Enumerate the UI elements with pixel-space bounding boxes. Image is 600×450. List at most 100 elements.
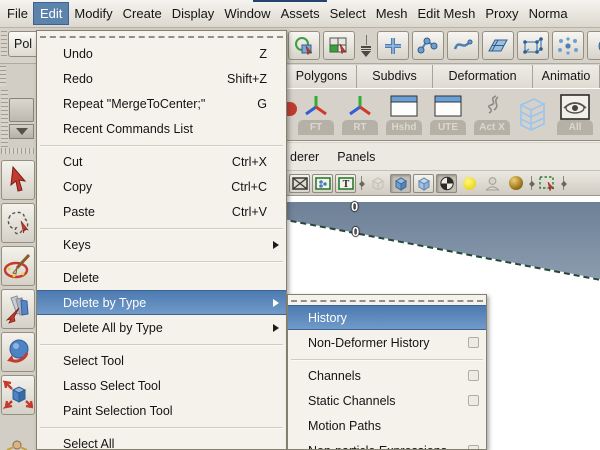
shelf-button-rt[interactable]: RT: [340, 91, 380, 137]
shelf-scroll-down-button[interactable]: [9, 124, 34, 139]
menu-item-paste[interactable]: Paste Ctrl+V: [37, 199, 286, 224]
dynamics-mask-button[interactable]: [552, 31, 584, 60]
shelf-button-act-x[interactable]: Act X: [472, 91, 512, 137]
rendering-mask-button[interactable]: [587, 31, 600, 60]
menu-item-select-all[interactable]: Select All: [37, 431, 286, 450]
component-selection-mode-button[interactable]: [323, 31, 355, 60]
shelf-button-label: Act X: [474, 120, 510, 135]
menu-modify[interactable]: Modify: [69, 2, 117, 25]
menu-item-label: Cut: [63, 154, 83, 169]
submenu-item-non-deformer-history[interactable]: Non-Deformer History: [288, 330, 486, 355]
shelf-button-ute[interactable]: UTE: [428, 91, 468, 137]
paint-selection-tool-button[interactable]: [1, 246, 35, 286]
selection-mask-toolbar: [288, 31, 600, 60]
menu-select[interactable]: Select: [325, 2, 371, 25]
object-selection-mode-button[interactable]: [288, 31, 320, 60]
shelf-button-all[interactable]: All: [555, 91, 595, 137]
menu-item-delete-by-type[interactable]: Delete by Type: [37, 290, 286, 315]
menu-file[interactable]: File: [2, 2, 33, 25]
select-tool-button[interactable]: [1, 160, 35, 200]
toolbar-grip[interactable]: [1, 31, 7, 58]
menu-item-keys[interactable]: Keys: [37, 232, 286, 257]
menu-item-label: Non-Deformer History: [308, 335, 430, 350]
dynamics-mask-icon: [558, 36, 578, 55]
shelf-button-hshd[interactable]: Hshd: [384, 91, 424, 137]
menu-normals[interactable]: Norma: [524, 2, 573, 25]
shelf-button-label: Hshd: [386, 120, 422, 135]
panel-menu-renderer-partial[interactable]: derer: [290, 150, 319, 164]
text-display-button[interactable]: T: [335, 173, 356, 193]
text-display-icon: T: [337, 176, 354, 190]
menu-mesh[interactable]: Mesh: [371, 2, 413, 25]
textured-mode-button[interactable]: [436, 173, 457, 193]
menu-item-delete[interactable]: Delete: [37, 265, 286, 290]
menu-item-cut[interactable]: Cut Ctrl+X: [37, 149, 286, 174]
toolbox-ruler-grip[interactable]: [1, 90, 8, 148]
menu-window[interactable]: Window: [219, 2, 275, 25]
film-gate-button[interactable]: [289, 173, 310, 193]
move-tool-button[interactable]: [1, 289, 35, 329]
menu-item-redo[interactable]: Redo Shift+Z: [37, 66, 286, 91]
menu-item-lasso-select-tool[interactable]: Lasso Select Tool: [37, 373, 286, 398]
menu-tearoff-handle[interactable]: [37, 31, 286, 41]
shelf-tab-deformation[interactable]: Deformation: [433, 65, 533, 88]
option-box[interactable]: [468, 337, 479, 348]
curves-mask-button[interactable]: [447, 31, 479, 60]
smooth-shade-button[interactable]: [390, 173, 411, 193]
lasso-select-tool-button[interactable]: [1, 203, 35, 243]
partial-tool-icon[interactable]: [5, 440, 29, 450]
menu-item-label: Paste: [63, 204, 95, 219]
shelf-scroll-thumb[interactable]: [9, 98, 34, 122]
submenu-item-non-particle-expressions[interactable]: Non-particle Expressions: [288, 438, 486, 449]
menu-item-select-tool[interactable]: Select Tool: [37, 348, 286, 373]
channels-box-button[interactable]: [312, 173, 333, 193]
submenu-item-history[interactable]: History: [288, 305, 486, 330]
viewport-background-region: [283, 202, 600, 279]
menu-item-repeat[interactable]: Repeat "MergeToCenter;" G: [37, 91, 286, 116]
rotate-tool-button[interactable]: [1, 332, 35, 372]
panel-menu-panels[interactable]: Panels: [337, 150, 375, 164]
menu-item-paint-selection-tool[interactable]: Paint Selection Tool: [37, 398, 286, 423]
curve-points-mask-button[interactable]: [412, 31, 444, 60]
shelf-button-cube[interactable]: [511, 91, 551, 137]
submenu-item-motion-paths[interactable]: Motion Paths: [288, 413, 486, 438]
use-lighting-button[interactable]: [459, 174, 480, 193]
shelf-grip[interactable]: [0, 66, 6, 86]
menu-item-label: Static Channels: [308, 393, 396, 408]
menu-edit-mesh[interactable]: Edit Mesh: [413, 2, 481, 25]
menu-item-copy[interactable]: Copy Ctrl+C: [37, 174, 286, 199]
menu-tearoff-handle[interactable]: [288, 295, 486, 305]
menu-item-delete-all-by-type[interactable]: Delete All by Type: [37, 315, 286, 340]
menu-create[interactable]: Create: [118, 2, 167, 25]
shelf-tab-polygons[interactable]: Polygons: [287, 65, 357, 88]
wireframe-on-shaded-button[interactable]: [413, 173, 434, 193]
menu-edit[interactable]: Edit: [32, 2, 70, 25]
menu-set-dropdown[interactable]: Pol: [8, 31, 38, 57]
menu-proxy[interactable]: Proxy: [480, 2, 523, 25]
option-box[interactable]: [468, 445, 479, 449]
menu-item-recent-commands-list[interactable]: Recent Commands List: [37, 116, 286, 141]
shelf-tab-subdivs[interactable]: Subdivs: [357, 65, 433, 88]
menu-assets[interactable]: Assets: [276, 2, 325, 25]
menu-display[interactable]: Display: [167, 2, 220, 25]
option-box[interactable]: [468, 395, 479, 406]
toolbox-grip[interactable]: [1, 148, 35, 154]
isolate-select-button[interactable]: [537, 174, 558, 193]
option-box[interactable]: [468, 370, 479, 381]
wireframe-mode-button[interactable]: [367, 174, 388, 193]
submenu-item-static-channels[interactable]: Static Channels: [288, 388, 486, 413]
submenu-arrow-icon: [273, 323, 279, 332]
menu-item-undo[interactable]: Undo Z: [37, 41, 286, 66]
submenu-item-channels[interactable]: Channels: [288, 363, 486, 388]
shelf-button-ft[interactable]: FT: [296, 91, 336, 137]
shelf-tab-animation[interactable]: Animatio: [533, 65, 600, 88]
curve-points-mask-icon: [417, 37, 438, 53]
material-sphere-button[interactable]: [505, 174, 526, 193]
points-mask-icon: [385, 37, 401, 54]
shadows-button[interactable]: [482, 174, 503, 193]
points-mask-button[interactable]: [377, 31, 409, 60]
surfaces-mask-button[interactable]: [482, 31, 514, 60]
deformations-mask-button[interactable]: [517, 31, 549, 60]
scale-tool-button[interactable]: [1, 375, 35, 415]
paint-brush-icon: [3, 253, 31, 279]
